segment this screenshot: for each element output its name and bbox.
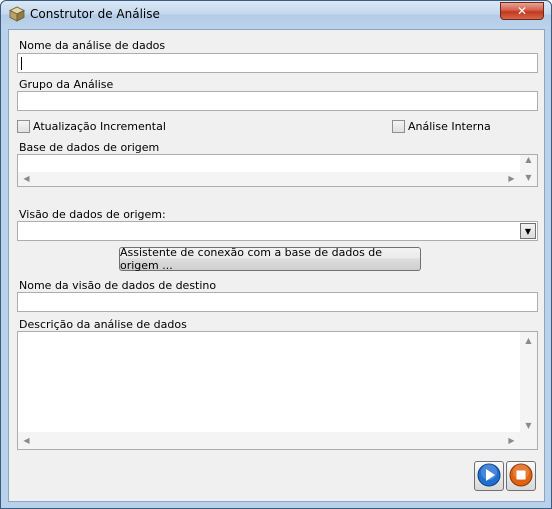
form-panel: Nome da análise de dados Grupo da Anális… xyxy=(8,29,545,502)
description-vscrollbar[interactable]: ▲ ▼ xyxy=(520,332,537,434)
source-view-combobox[interactable]: ▼ xyxy=(17,221,538,241)
close-icon: ✕ xyxy=(516,4,528,18)
source-database-label: Base de dados de origem xyxy=(19,141,160,154)
analysis-name-field[interactable] xyxy=(17,53,538,73)
target-view-input[interactable] xyxy=(18,293,537,311)
connection-wizard-button[interactable]: Assistente de conexão com a base de dado… xyxy=(119,246,421,272)
stop-button[interactable] xyxy=(506,461,536,491)
incremental-update-checkbox[interactable] xyxy=(17,120,30,133)
internal-analysis-label[interactable]: Análise Interna xyxy=(408,120,491,133)
target-view-label: Nome da visão de dados de destino xyxy=(19,279,217,292)
scroll-left-icon[interactable]: ◀ xyxy=(18,170,35,187)
target-view-field[interactable] xyxy=(17,292,538,312)
scroll-right-icon[interactable]: ▶ xyxy=(503,432,520,449)
source-view-label: Visão de dados de origem: xyxy=(19,208,166,221)
close-button[interactable]: ✕ xyxy=(500,2,544,20)
cube-icon xyxy=(9,6,25,22)
scroll-up-icon[interactable]: ▲ xyxy=(520,332,537,349)
chevron-down-icon[interactable]: ▼ xyxy=(520,223,536,239)
description-label: Descrição da análise de dados xyxy=(19,318,187,331)
description-textarea[interactable]: ▲ ▼ ◀ ▶ xyxy=(17,331,538,450)
text-caret xyxy=(21,57,22,70)
analysis-group-input[interactable] xyxy=(18,92,537,110)
scroll-up-icon[interactable]: ▲ xyxy=(520,151,537,168)
source-database-vscrollbar[interactable]: ▲ ▼ xyxy=(520,155,537,186)
analysis-name-input[interactable] xyxy=(18,54,537,72)
incremental-update-label[interactable]: Atualização Incremental xyxy=(33,120,166,133)
window-title: Construtor de Análise xyxy=(30,7,160,21)
stop-icon xyxy=(509,463,533,490)
scroll-right-icon[interactable]: ▶ xyxy=(503,170,520,187)
analysis-name-label: Nome da análise de dados xyxy=(19,39,166,52)
title-bar: Construtor de Análise ✕ xyxy=(1,1,551,28)
analysis-group-label: Grupo da Análise xyxy=(19,78,114,91)
play-icon xyxy=(477,463,501,490)
next-button[interactable] xyxy=(474,461,504,491)
internal-analysis-checkbox[interactable] xyxy=(392,120,405,133)
source-view-input[interactable] xyxy=(18,222,537,240)
description-hscrollbar[interactable]: ◀ ▶ xyxy=(18,432,537,449)
source-database-list[interactable]: ▲ ▼ ◀ ▶ xyxy=(17,154,538,187)
scroll-down-icon[interactable]: ▼ xyxy=(520,169,537,186)
scroll-left-icon[interactable]: ◀ xyxy=(18,432,35,449)
analysis-group-field[interactable] xyxy=(17,91,538,111)
analysis-builder-window: Construtor de Análise ✕ Nome da análise … xyxy=(0,0,552,509)
source-database-hscrollbar[interactable]: ◀ ▶ xyxy=(18,172,520,186)
